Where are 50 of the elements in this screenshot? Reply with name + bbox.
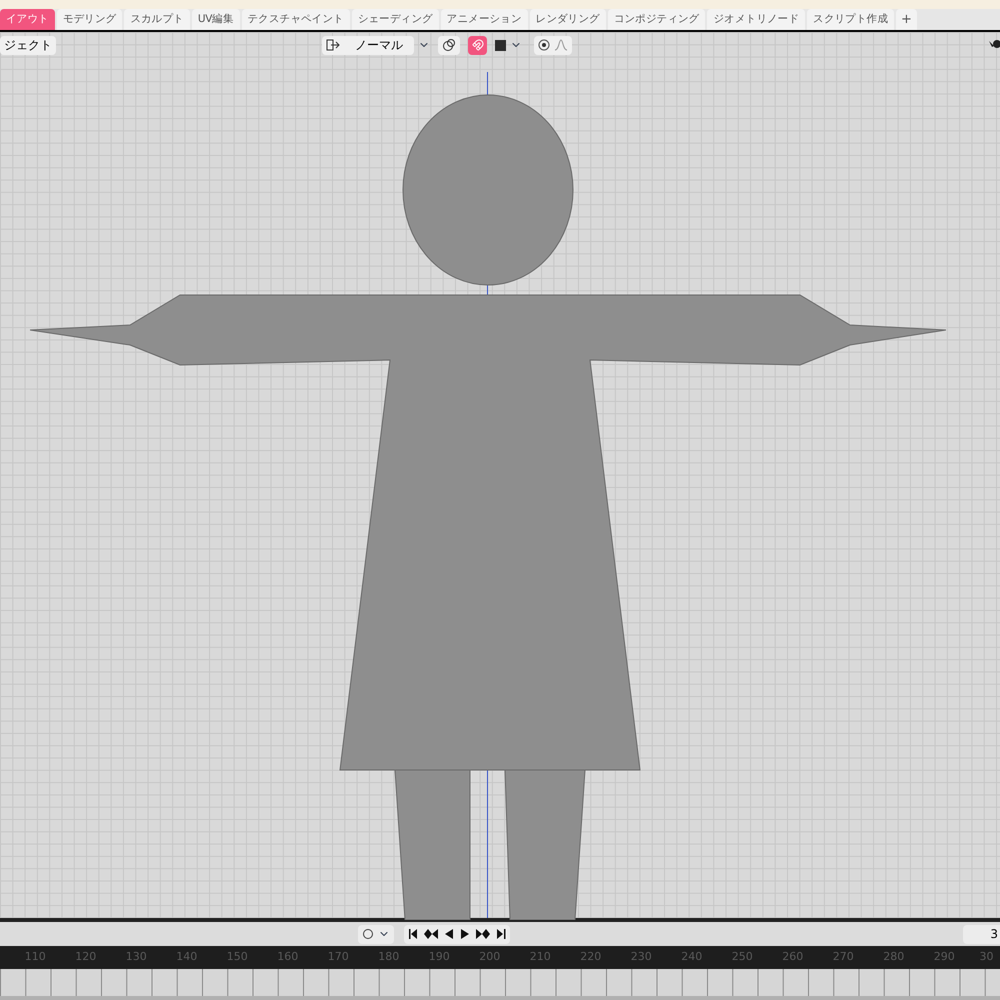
prev-keyframe-icon[interactable] (424, 929, 438, 939)
overlapping-circles-icon (442, 38, 456, 52)
jump-start-icon[interactable] (408, 929, 418, 939)
frame-number: 110 (24, 949, 47, 966)
workspace-tab[interactable]: テクスチャペイント (242, 9, 350, 30)
frame-number: 210 (528, 949, 552, 966)
frame-number: 240 (680, 949, 704, 966)
play-reverse-icon[interactable] (444, 929, 454, 939)
snap-target-swatch[interactable] (495, 40, 506, 50)
workspace-tab[interactable]: スカルプト (124, 9, 190, 30)
frame-number: 180 (377, 949, 400, 966)
frame-number: 270 (832, 949, 855, 966)
frame-number: 290 (932, 949, 956, 966)
frame-number: 30 (978, 949, 994, 966)
play-icon[interactable] (460, 929, 470, 939)
workspace-tab[interactable]: スクリプト作成 (807, 9, 894, 30)
workspace-tab[interactable]: モデリング (56, 9, 122, 30)
magnet-icon (472, 39, 484, 51)
frame-number: 120 (74, 949, 98, 966)
snap-toggle[interactable] (468, 36, 487, 54)
jump-end-icon[interactable] (496, 929, 506, 939)
falloff-curve-icon (554, 39, 568, 51)
pivot-icon (326, 39, 340, 51)
proportional-dropdown[interactable] (438, 36, 460, 54)
frame-number: 220 (579, 949, 602, 966)
workspace-tab[interactable]: コンポジティング (608, 9, 706, 30)
next-keyframe-icon[interactable] (476, 929, 490, 939)
frame-number: 170 (326, 949, 350, 966)
frame-number: 250 (730, 949, 754, 966)
object-mode-dropdown[interactable]: ジェクト (0, 36, 56, 54)
frame-number: 150 (226, 949, 249, 966)
transform-orientation-dropdown[interactable]: ノーマル (322, 36, 414, 54)
keyframe-circle-icon[interactable] (362, 928, 374, 940)
frame-number: 280 (882, 949, 906, 966)
frame-number: 260 (781, 949, 804, 966)
workspace-tab[interactable]: UV編集 (192, 9, 240, 30)
workspace-tab[interactable]: レンダリング (530, 9, 606, 30)
dot-circle-icon (538, 39, 550, 51)
add-workspace-button[interactable]: + (896, 9, 917, 30)
frame-number: 140 (175, 949, 198, 966)
frame-number: 130 (124, 949, 148, 966)
workspace-tab[interactable]: シェーディング (352, 9, 439, 30)
current-frame-field[interactable]: 3 (963, 924, 1000, 944)
frame-number: 160 (276, 949, 300, 966)
frame-number: 230 (630, 949, 653, 966)
workspace-tab[interactable]: ジオメトリノード (707, 9, 806, 30)
proportional-edit-button[interactable] (534, 36, 572, 54)
frame-number: 200 (478, 949, 502, 966)
frame-number: 190 (428, 949, 451, 966)
workspace-tab[interactable]: アニメーション (440, 9, 528, 30)
